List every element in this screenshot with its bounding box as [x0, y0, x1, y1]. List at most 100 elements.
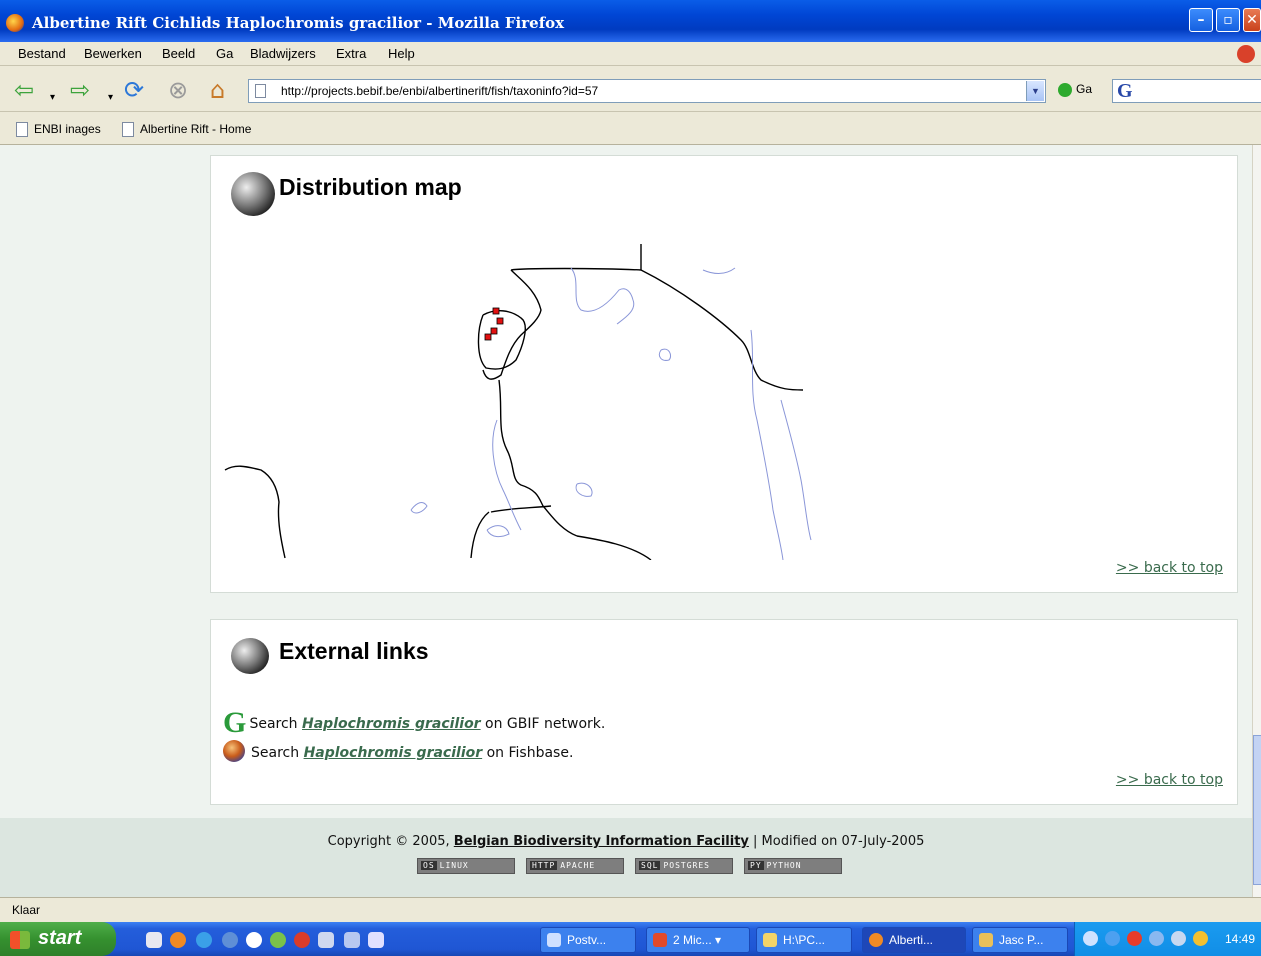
external-links-panel: External links G Search Haplochromis gra…: [210, 619, 1238, 805]
page-content: Distribution map >> back to top External…: [0, 145, 1252, 897]
google-icon: G: [1117, 80, 1133, 102]
menu-bladwijzers[interactable]: Bladwijzers: [250, 46, 316, 61]
back-to-top-link[interactable]: >> back to top: [1116, 560, 1223, 576]
address-url[interactable]: http://projects.bebif.be/enbi/albertiner…: [281, 84, 598, 98]
window-title: Albertine Rift Cichlids Haplochromis gra…: [32, 14, 565, 32]
external-globe-icon: [231, 638, 269, 674]
address-dropdown-icon[interactable]: ▼: [1026, 81, 1044, 101]
back-arrow-icon[interactable]: ⇦: [14, 78, 34, 102]
minimize-button[interactable]: –: [1189, 8, 1213, 32]
stop-icon[interactable]: ⊗: [168, 78, 188, 102]
quicklaunch-ie-icon[interactable]: [146, 932, 162, 948]
status-bar: Klaar: [0, 897, 1261, 922]
quicklaunch-app-icon[interactable]: [246, 932, 262, 948]
menu-bestand[interactable]: Bestand: [18, 46, 66, 61]
quicklaunch-tool-icon[interactable]: [344, 932, 360, 948]
tray-network-icon[interactable]: [1105, 931, 1120, 946]
scrollbar-thumb[interactable]: [1253, 735, 1261, 885]
map-river: [498, 379, 578, 537]
vertical-scrollbar[interactable]: [1252, 145, 1261, 897]
tray-monitor-icon[interactable]: [1149, 931, 1164, 946]
jasc-icon: [979, 933, 993, 947]
bbif-link[interactable]: Belgian Biodiversity Information Facilit…: [454, 834, 749, 849]
task-explorer[interactable]: H:\PC...: [756, 927, 852, 953]
folder-icon: [763, 933, 777, 947]
fishbase-search-line: Search Haplochromis gracilior on Fishbas…: [223, 740, 573, 762]
powerpoint-icon: [653, 933, 667, 947]
apache-badge[interactable]: HTTP APACHE: [526, 858, 624, 874]
quicklaunch-other-icon[interactable]: [368, 932, 384, 948]
go-button[interactable]: Ga: [1058, 82, 1092, 97]
back-to-top-link[interactable]: >> back to top: [1116, 772, 1223, 788]
fishbase-search-link[interactable]: Haplochromis gracilior: [304, 745, 483, 761]
address-bar[interactable]: http://projects.bebif.be/enbi/albertiner…: [248, 79, 1046, 103]
firefox-icon: [869, 933, 883, 947]
task-firefox[interactable]: Alberti...: [862, 927, 966, 953]
bookmarks-toolbar: ENBI inages Albertine Rift - Home: [0, 112, 1261, 145]
quicklaunch-media-icon[interactable]: [270, 932, 286, 948]
reload-icon[interactable]: ⟳: [124, 78, 144, 102]
task-postvak[interactable]: Postv...: [540, 927, 636, 953]
menu-bewerken[interactable]: Bewerken: [84, 46, 142, 61]
gbif-search-line: G Search Haplochromis gracilior on GBIF …: [223, 706, 606, 739]
firefox-icon: [6, 14, 24, 32]
page-footer: Copyright © 2005, Belgian Biodiversity I…: [0, 818, 1252, 897]
page-icon: [122, 122, 134, 138]
menu-help[interactable]: Help: [388, 46, 415, 61]
go-label: Ga: [1076, 82, 1093, 96]
map-coast-1: [492, 419, 522, 531]
menu-extra[interactable]: Extra: [336, 46, 366, 61]
quicklaunch-opera-icon[interactable]: [294, 932, 310, 948]
map-lake-3: [410, 502, 428, 514]
activity-indicator-icon: [1237, 45, 1255, 63]
system-tray: 14:49: [1074, 922, 1261, 956]
fishbase-icon: [223, 740, 245, 762]
forward-dropdown-icon[interactable]: ▾: [108, 86, 113, 110]
map-border-left: [224, 465, 286, 559]
linux-badge[interactable]: OS LINUX: [417, 858, 515, 874]
external-links-heading: External links: [279, 638, 429, 664]
map-occurrence-point: [484, 333, 492, 341]
postgres-badge[interactable]: SQL POSTGRES: [635, 858, 733, 874]
distribution-map: [224, 244, 812, 560]
map-coast-3: [750, 329, 784, 560]
quicklaunch-search-icon[interactable]: [222, 932, 238, 948]
quicklaunch-paint-icon[interactable]: [318, 932, 334, 948]
close-button[interactable]: ✕: [1243, 8, 1261, 32]
tray-expand-icon[interactable]: [1083, 931, 1098, 946]
task-jasc[interactable]: Jasc P...: [972, 927, 1068, 953]
map-lake-2: [575, 482, 593, 497]
map-border-lake-south: [470, 511, 490, 559]
page-icon: [255, 84, 266, 98]
taskbar-clock: 14:49: [1224, 932, 1255, 946]
maximize-button[interactable]: ▫: [1216, 8, 1240, 32]
python-badge[interactable]: PY PYTHON: [744, 858, 842, 874]
tray-volume-icon[interactable]: [1171, 931, 1186, 946]
tray-tool-icon[interactable]: [1193, 931, 1208, 946]
map-border-north: [510, 267, 804, 391]
map-coast-4: [780, 399, 812, 541]
back-dropdown-icon[interactable]: ▾: [50, 86, 55, 110]
task-microsoft[interactable]: 2 Mic... ▾: [646, 927, 750, 953]
window-title-bar: Albertine Rift Cichlids Haplochromis gra…: [0, 0, 1261, 42]
copyright-line: Copyright © 2005, Belgian Biodiversity I…: [327, 834, 925, 849]
gbif-search-link[interactable]: Haplochromis gracilior: [302, 716, 481, 732]
mail-icon: [547, 933, 561, 947]
google-search-box[interactable]: G: [1112, 79, 1261, 103]
distribution-panel: Distribution map >> back to top: [210, 155, 1238, 593]
status-text: Klaar: [12, 903, 41, 917]
home-icon[interactable]: ⌂: [210, 78, 225, 102]
bookmark-albertine-home[interactable]: Albertine Rift - Home: [122, 122, 251, 138]
quicklaunch-browser-icon[interactable]: [196, 932, 212, 948]
bookmark-enbi-images[interactable]: ENBI inages: [16, 122, 101, 138]
distribution-heading: Distribution map: [279, 174, 462, 200]
map-occurrence-point: [496, 317, 504, 325]
start-button[interactable]: start: [0, 922, 116, 956]
menu-bar: Bestand Bewerken Beeld Ga Bladwijzers Ex…: [0, 42, 1261, 66]
quicklaunch-firefox-icon[interactable]: [170, 932, 186, 948]
menu-beeld[interactable]: Beeld: [162, 46, 195, 61]
map-lake-4: [486, 525, 510, 538]
forward-arrow-icon[interactable]: ⇨: [70, 78, 90, 102]
tray-app-icon[interactable]: [1127, 931, 1142, 946]
menu-ga[interactable]: Ga: [216, 46, 233, 61]
